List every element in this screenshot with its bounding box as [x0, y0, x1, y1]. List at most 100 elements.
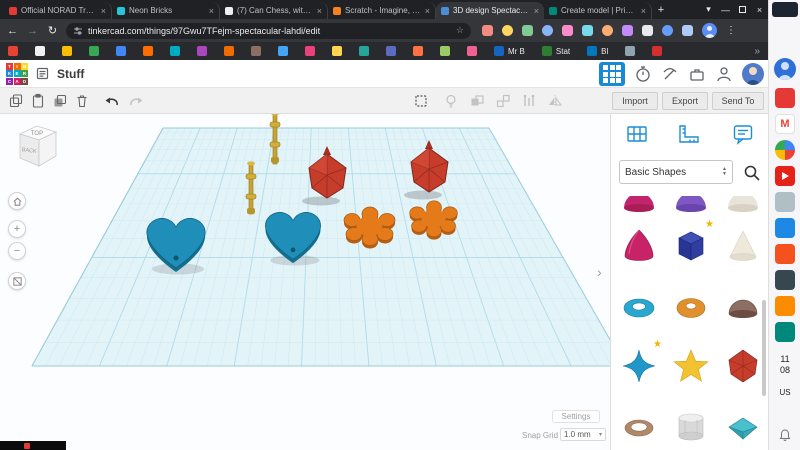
bookmark-favicon[interactable] [170, 46, 180, 56]
new-tab-button[interactable]: + [652, 3, 670, 19]
object-gem-2[interactable] [403, 138, 455, 200]
briefcase-icon[interactable] [688, 65, 706, 83]
ungroup-icon[interactable] [495, 93, 511, 109]
maximize-button[interactable] [734, 0, 751, 19]
google-apps-icon[interactable] [775, 140, 795, 160]
bookmark-folder-mrb[interactable]: Mr B [494, 46, 525, 56]
shape-icosahedron[interactable] [723, 346, 763, 386]
bookmark-favicon[interactable] [116, 46, 126, 56]
extension-icon[interactable] [502, 25, 513, 36]
youtube-icon[interactable] [775, 166, 795, 186]
tab-close-icon[interactable]: × [317, 6, 322, 16]
panel-collapse-handle[interactable]: › [597, 264, 602, 280]
bookmark-favicon[interactable] [386, 46, 396, 56]
extension-icon[interactable] [602, 25, 613, 36]
design-menu-icon[interactable] [36, 67, 49, 80]
flip-icon[interactable] [547, 93, 563, 109]
extension-icon[interactable] [522, 25, 533, 36]
duplicate-icon[interactable] [52, 93, 68, 109]
send-to-button[interactable]: Send To [712, 92, 764, 110]
group-icon[interactable] [469, 93, 485, 109]
bookmark-favicon[interactable] [467, 46, 477, 56]
bookmark-favicon[interactable] [224, 46, 234, 56]
bookmark-folder-bl[interactable]: Bl [587, 46, 608, 56]
bookmark-favicon[interactable] [278, 46, 288, 56]
bookmark-favicon[interactable] [8, 46, 18, 56]
bookmark-favicon[interactable] [251, 46, 261, 56]
taskbar-app-icon[interactable] [775, 244, 795, 264]
tab-close-icon[interactable]: × [534, 6, 539, 16]
shape-category-dropdown[interactable]: Basic Shapes ▲ ▼ [619, 160, 733, 184]
extension-icon[interactable] [622, 25, 633, 36]
tab-search-icon[interactable]: ▾ [700, 0, 717, 19]
import-button[interactable]: Import [612, 92, 658, 110]
shape-tile-partial-1[interactable] [619, 196, 659, 218]
taskbar-account-icon[interactable] [774, 58, 796, 80]
tab-close-icon[interactable]: × [425, 6, 430, 16]
browser-menu-icon[interactable]: ⋮ [726, 25, 736, 36]
browser-profile-avatar[interactable] [702, 23, 717, 38]
tab-neon-bricks[interactable]: Neon Bricks × [112, 2, 220, 19]
extension-icon[interactable] [482, 25, 493, 36]
bookmark-favicon[interactable] [332, 46, 342, 56]
bookmarks-overflow-icon[interactable]: » [754, 46, 760, 57]
stopwatch-icon[interactable] [634, 65, 652, 83]
tab-close-icon[interactable]: × [101, 6, 106, 16]
background-window-fragment[interactable] [0, 441, 66, 450]
tab-close-icon[interactable]: × [209, 6, 214, 16]
shape-paraboloid[interactable] [619, 226, 659, 266]
settings-button[interactable]: Settings [552, 410, 600, 423]
extension-icon[interactable] [662, 25, 673, 36]
taskbar-app-icon[interactable] [775, 322, 795, 342]
shape-star[interactable] [671, 346, 711, 386]
extension-icon[interactable] [562, 25, 573, 36]
redo-icon[interactable] [128, 93, 144, 109]
bookmark-favicon[interactable] [89, 46, 99, 56]
tab-chess[interactable]: (7) Can Chess, with H... × [220, 2, 328, 19]
hide-bulb-icon[interactable] [443, 93, 459, 109]
tab-tinkercad-active[interactable]: 3D design Spectacular... × [436, 2, 544, 19]
taskbar-app-icon[interactable] [775, 192, 795, 212]
home-view-button[interactable] [8, 192, 26, 210]
object-splat-2[interactable] [405, 198, 463, 241]
ruler-tool-icon[interactable] [677, 122, 701, 146]
pickaxe-icon[interactable] [661, 65, 679, 83]
bookmark-star-icon[interactable]: ☆ [456, 25, 464, 36]
language-indicator[interactable]: US [769, 388, 800, 397]
extension-icon[interactable] [642, 25, 653, 36]
shape-torus[interactable] [619, 286, 659, 326]
bookmark-favicon[interactable] [62, 46, 72, 56]
shape-hex-prism[interactable]: ★ [671, 219, 714, 266]
snap-grid-dropdown[interactable]: 1.0 mm ▾ [560, 428, 606, 441]
tab-printables[interactable]: Create model | Printab... × [544, 2, 652, 19]
bookmark-favicon[interactable] [625, 46, 636, 56]
object-axle-2[interactable] [240, 158, 262, 218]
extension-icon[interactable] [542, 25, 553, 36]
profile-icon[interactable] [715, 65, 733, 83]
shape-half-sphere[interactable] [723, 286, 763, 326]
shape-cylinder[interactable] [671, 406, 711, 446]
shape-diamond[interactable] [723, 406, 763, 446]
tab-norad[interactable]: Official NORAD Track... × [4, 2, 112, 19]
design-title[interactable]: Stuff [57, 67, 84, 81]
bookmark-favicon[interactable] [440, 46, 450, 56]
reload-icon[interactable]: ↻ [46, 24, 59, 37]
shapes-grid-button[interactable] [599, 62, 625, 86]
taskbar-clock[interactable]: 11 08 [769, 354, 800, 376]
bookmark-favicon[interactable] [143, 46, 153, 56]
back-icon[interactable]: ← [6, 25, 19, 37]
shape-cone[interactable] [723, 226, 763, 266]
bookmark-favicon[interactable] [35, 46, 45, 56]
delete-icon[interactable] [74, 93, 90, 109]
taskbar-app-icon[interactable] [775, 218, 795, 238]
taskbar-app-icon[interactable] [775, 88, 795, 108]
shape-shooting-star[interactable]: ★ [619, 339, 662, 386]
taskbar-app-icon[interactable] [775, 270, 795, 290]
bookmark-favicon[interactable] [652, 46, 663, 56]
zoom-out-button[interactable]: − [8, 242, 26, 260]
shape-ring[interactable] [619, 406, 659, 446]
bookmark-favicon[interactable] [413, 46, 423, 56]
shape-tile-partial-2[interactable] [671, 196, 711, 218]
tab-close-icon[interactable]: × [641, 6, 646, 16]
tinkercad-logo[interactable]: TIN KER CAD [6, 62, 28, 85]
